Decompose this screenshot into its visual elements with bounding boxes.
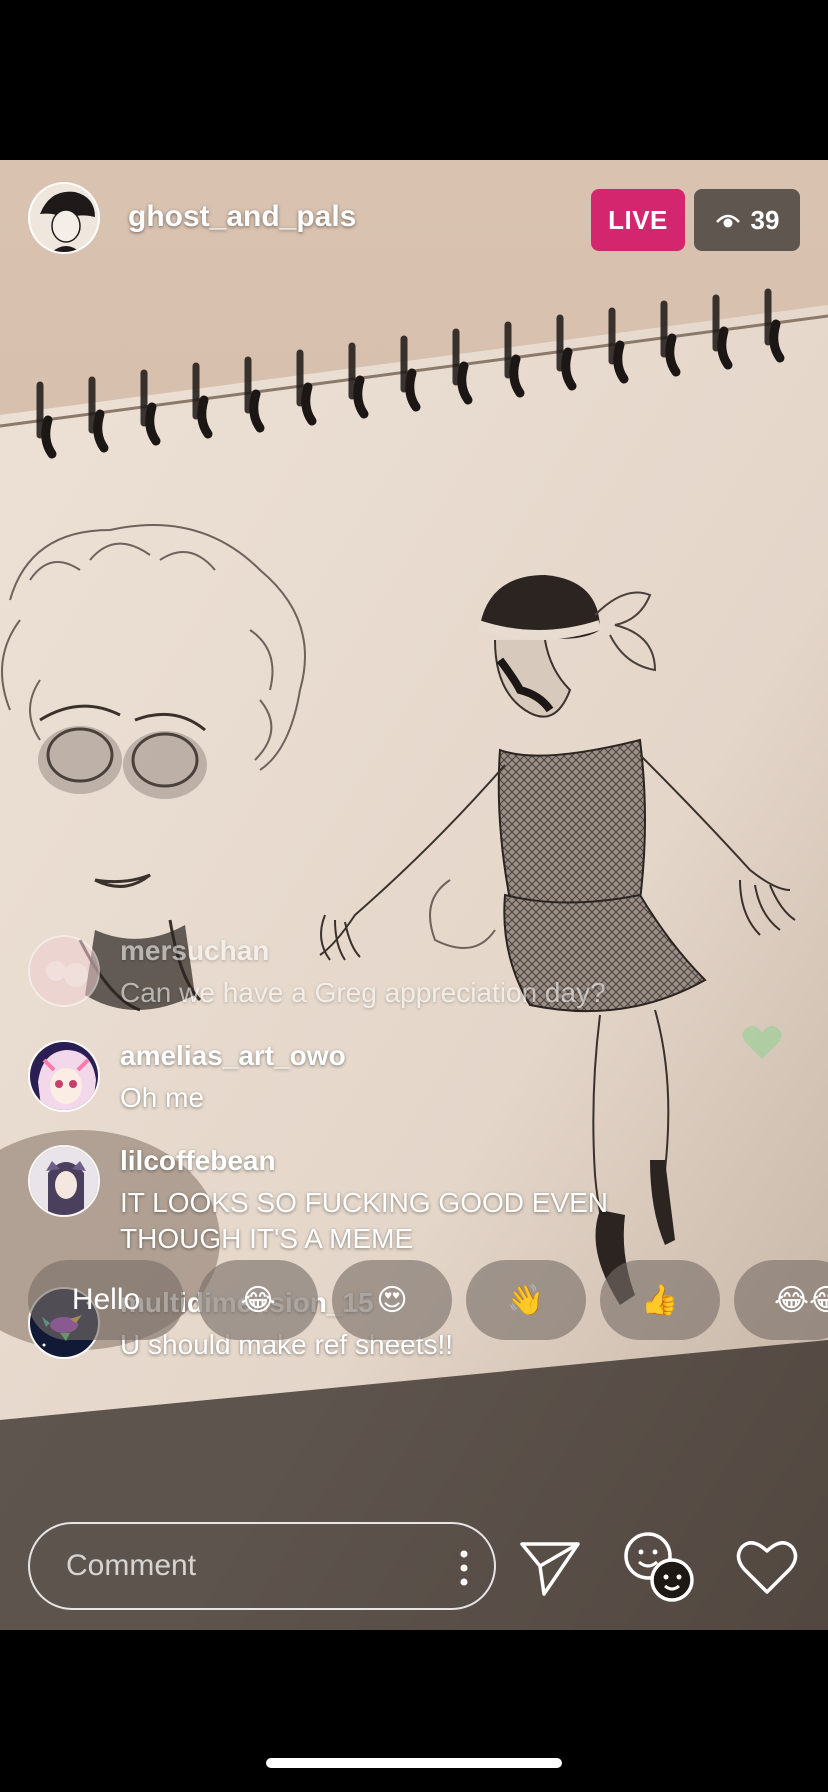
host-avatar[interactable] [28, 182, 100, 254]
send-icon[interactable] [518, 1538, 582, 1598]
quick-reaction-wave-button[interactable]: 👋 [466, 1260, 586, 1340]
commenter-avatar[interactable] [28, 1145, 100, 1217]
video-sketchbook-drawing [0, 160, 828, 1630]
commenter-avatar[interactable] [28, 1040, 100, 1112]
comment-text: Can we have a Greg appreciation day? [120, 977, 606, 1008]
heart-icon[interactable] [736, 1538, 798, 1596]
quick-reaction-heart-eyes-button[interactable]: 😍 [332, 1260, 452, 1340]
eye-icon [715, 214, 740, 228]
floating-heart-icon [742, 1025, 782, 1059]
more-icon[interactable] [454, 1548, 474, 1588]
quick-reply-hello-button[interactable]: Hello [28, 1260, 184, 1340]
comment-box[interactable] [28, 1522, 496, 1610]
home-indicator[interactable] [266, 1758, 562, 1768]
commenter-username[interactable]: mersuchan [120, 935, 269, 967]
viewer-count: 39 [750, 204, 780, 235]
comment-text: Oh me [120, 1082, 205, 1113]
comment-text: IT LOOKS SO FUCKING GOOD EVEN THOUGH IT'… [120, 1187, 609, 1254]
face-filter-icon[interactable] [622, 1530, 696, 1604]
host-username[interactable]: ghost_and_pals [128, 200, 356, 234]
quick-reaction-laugh-button[interactable]: 😂 [198, 1260, 318, 1340]
live-video-frame: ghost_and_pals LIVE 39 mersuchan Can we … [0, 160, 828, 1630]
live-badge: LIVE [591, 189, 685, 251]
quick-reaction-laugh-more-button[interactable]: 😂😂 [734, 1260, 828, 1340]
commenter-avatar[interactable] [28, 935, 100, 1007]
comment-input[interactable] [66, 1548, 426, 1584]
viewer-count-badge[interactable]: 39 [694, 189, 800, 251]
commenter-username[interactable]: amelias_art_owo [120, 1040, 346, 1072]
commenter-username[interactable]: lilcoffebean [120, 1145, 276, 1177]
quick-reaction-thumbs-up-button[interactable]: 👍 [600, 1260, 720, 1340]
